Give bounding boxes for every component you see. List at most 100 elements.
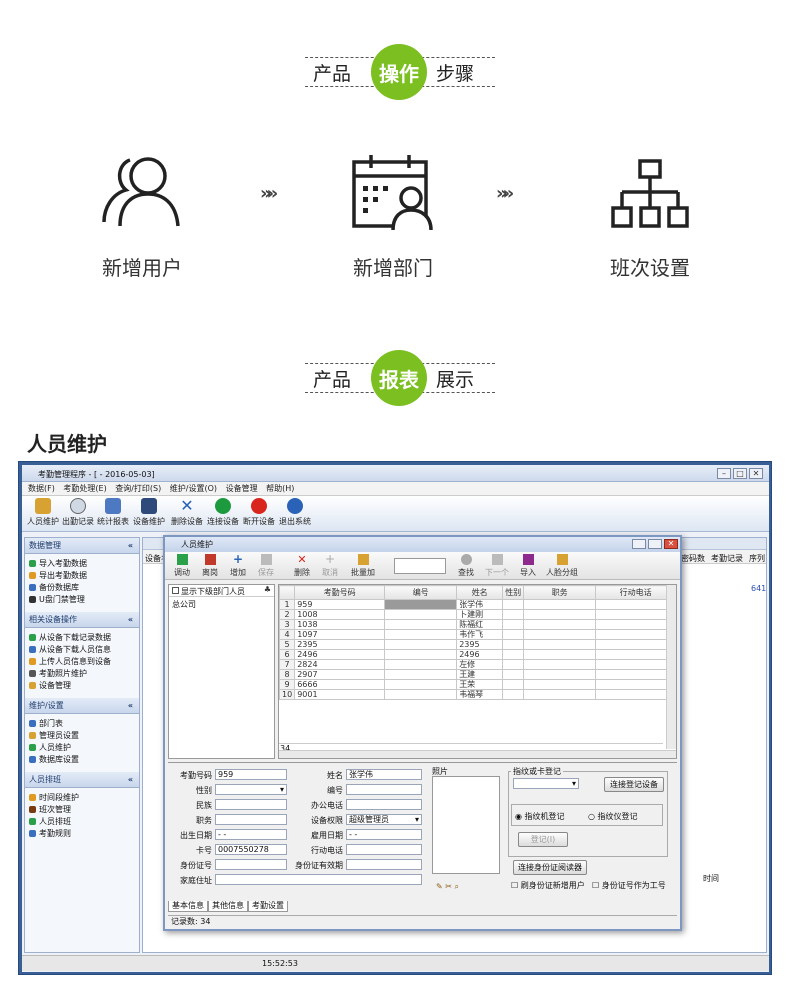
sidebar-item-photos[interactable]: 考勤照片维护	[25, 668, 139, 680]
tool-face-group[interactable]: 人脸分组	[543, 554, 581, 578]
maximize-button[interactable]: □	[733, 468, 747, 479]
number-field[interactable]	[346, 784, 422, 795]
table-row[interactable]: 7 2824 左修	[278, 659, 676, 670]
toolbar-connect[interactable]: 连接设备	[206, 498, 240, 530]
tool-add[interactable]: + 增加	[224, 553, 252, 578]
cell-number[interactable]	[384, 599, 458, 610]
cell-position[interactable]	[523, 689, 597, 700]
cell-position[interactable]	[523, 669, 597, 680]
col-att-no[interactable]: 考勤号码	[294, 585, 386, 600]
cell-number[interactable]	[384, 629, 458, 640]
table-row[interactable]: 4 1097 韦作飞	[278, 629, 676, 640]
table-row[interactable]: 9 6666 王荣	[278, 679, 676, 690]
cell-mobile[interactable]	[595, 649, 676, 660]
col-gender[interactable]: 性别	[502, 585, 525, 600]
tab-attendance-settings[interactable]: 考勤设置	[248, 901, 288, 912]
tool-batch-add[interactable]: 批量加	[346, 554, 380, 578]
tool-transfer[interactable]: 调动	[168, 554, 196, 578]
col-position[interactable]: 职务	[523, 585, 597, 600]
connect-reg-device-button[interactable]: 连接登记设备	[604, 777, 664, 792]
att-no-field[interactable]: 959	[215, 769, 287, 780]
grid-horizontal-scrollbar[interactable]	[279, 750, 676, 758]
sidebar-item-personnel[interactable]: 人员维护	[25, 742, 139, 754]
cell-gender[interactable]	[502, 669, 525, 680]
sidebar-item-schedule[interactable]: 人员排班	[25, 816, 139, 828]
cell-gender[interactable]	[502, 649, 525, 660]
cell-mobile[interactable]	[595, 599, 676, 610]
cell-position[interactable]	[523, 649, 597, 660]
close-button[interactable]: ✕	[749, 468, 763, 479]
row-number[interactable]: 8	[278, 669, 296, 680]
cell-number[interactable]	[384, 679, 458, 690]
cell-name[interactable]: 韦福琴	[456, 689, 504, 700]
idcard-field[interactable]	[215, 859, 287, 870]
table-row[interactable]: 1 959 张学伟	[278, 599, 676, 610]
cell-mobile[interactable]	[595, 689, 676, 700]
cell-gender[interactable]	[502, 639, 525, 650]
sidebar-item-rules[interactable]: 考勤规则	[25, 828, 139, 840]
sidebar-item-upload-users[interactable]: 上传人员信息到设备	[25, 656, 139, 668]
cell-gender[interactable]	[502, 619, 525, 630]
sidebar-item-departments[interactable]: 部门表	[25, 718, 139, 730]
cell-att-no[interactable]: 2395	[294, 639, 386, 650]
table-row[interactable]: 2 1008 卜建刚	[278, 609, 676, 620]
cell-att-no[interactable]: 1038	[294, 619, 386, 630]
col-mobile[interactable]: 行动电话	[595, 585, 676, 600]
perm-select[interactable]: 超级管理员 ▾	[346, 814, 422, 825]
row-number[interactable]: 4	[278, 629, 296, 640]
menu-device[interactable]: 设备管理	[226, 484, 258, 493]
cell-name[interactable]: 2496	[456, 649, 504, 660]
cell-number[interactable]	[384, 669, 458, 680]
cell-position[interactable]	[523, 609, 597, 620]
toolbar-personnel[interactable]: 人员维护	[26, 498, 60, 530]
cell-position[interactable]	[523, 619, 597, 630]
connect-id-reader-button[interactable]: 连接身份证阅读器	[513, 860, 587, 875]
tab-basic-info[interactable]: 基本信息	[168, 901, 208, 912]
cell-number[interactable]	[384, 619, 458, 630]
cell-name[interactable]: 2395	[456, 639, 504, 650]
sidebar-group-data[interactable]: 数据管理 «	[25, 538, 139, 554]
sidebar-group-device[interactable]: 相关设备操作 «	[25, 612, 139, 628]
table-row[interactable]: 6 2496 2496	[278, 649, 676, 660]
cell-name[interactable]: 王荣	[456, 679, 504, 690]
tool-find[interactable]: 查找	[452, 554, 480, 578]
cell-position[interactable]	[523, 639, 597, 650]
cell-number[interactable]	[384, 659, 458, 670]
dialog-maximize-button[interactable]	[648, 539, 662, 549]
cell-position[interactable]	[523, 599, 597, 610]
dialog-close-button[interactable]: ✕	[664, 539, 678, 549]
cell-position[interactable]	[523, 659, 597, 670]
row-number[interactable]: 7	[278, 659, 296, 670]
menu-query-print[interactable]: 查询/打印(S)	[115, 484, 161, 493]
cell-gender[interactable]	[502, 599, 525, 610]
cell-mobile[interactable]	[595, 619, 676, 630]
sidebar-item-download-records[interactable]: 从设备下载记录数据	[25, 632, 139, 644]
cell-att-no[interactable]: 6666	[294, 679, 386, 690]
row-number[interactable]: 6	[278, 649, 296, 660]
cell-att-no[interactable]: 2907	[294, 669, 386, 680]
fp-machine-radio[interactable]: ◉ 指纹机登记	[515, 811, 565, 822]
sidebar-group-maintenance[interactable]: 维护/设置 «	[25, 698, 139, 714]
cell-gender[interactable]	[502, 629, 525, 640]
cell-name[interactable]: 王建	[456, 669, 504, 680]
toolbar-attendance-records[interactable]: 出勤记录	[61, 498, 95, 530]
cell-att-no[interactable]: 1097	[294, 629, 386, 640]
cell-gender[interactable]	[502, 689, 525, 700]
sidebar-item-import[interactable]: 导入考勤数据	[25, 558, 139, 570]
card-field[interactable]: 0007550278	[215, 844, 287, 855]
fp-device-radio[interactable]: ○ 指纹仪登记	[588, 811, 638, 822]
sidebar-item-database[interactable]: 数据库设置	[25, 754, 139, 766]
table-row[interactable]: 5 2395 2395	[278, 639, 676, 650]
birth-date-field[interactable]: - -	[215, 829, 287, 840]
sidebar-item-backup[interactable]: 备份数据库	[25, 582, 139, 594]
toolbar-exit[interactable]: 退出系统	[278, 498, 312, 530]
tool-next[interactable]: 下一个	[483, 554, 511, 578]
cell-number[interactable]	[384, 689, 458, 700]
row-number[interactable]: 2	[278, 609, 296, 620]
search-input[interactable]	[394, 558, 446, 574]
cell-att-no[interactable]: 1008	[294, 609, 386, 620]
name-field[interactable]: 张学伟	[346, 769, 422, 780]
cell-gender[interactable]	[502, 659, 525, 670]
menu-maintenance[interactable]: 维护/设置(O)	[170, 484, 217, 493]
fingerprint-select[interactable]: ▾	[513, 778, 579, 789]
